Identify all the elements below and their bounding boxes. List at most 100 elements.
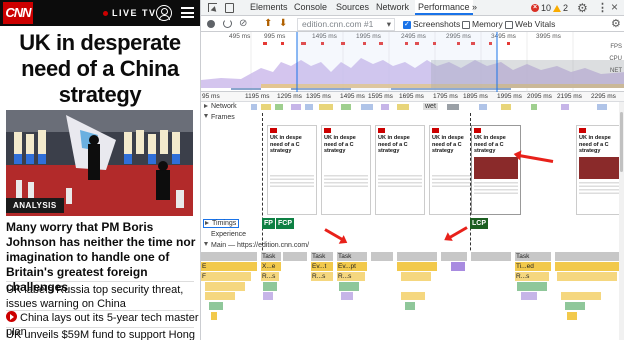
devtools-panel: Elements Console Sources Network Perform… xyxy=(200,0,624,340)
experience-track-label[interactable]: Experience xyxy=(211,231,246,238)
warning-count: 2 xyxy=(563,3,569,13)
divider xyxy=(6,327,194,328)
more-tabs-button[interactable]: » xyxy=(472,0,477,15)
hamburger-menu-icon[interactable] xyxy=(181,7,194,18)
shot-logo-icon xyxy=(474,128,481,133)
shot-headline: UK in despe need of a C strategy xyxy=(270,135,302,154)
account-icon[interactable] xyxy=(156,5,172,21)
fp-marker[interactable]: FP xyxy=(262,218,275,229)
event-block[interactable]: E xyxy=(201,262,257,271)
function-block[interactable]: F xyxy=(201,272,251,281)
shot-text-lines xyxy=(378,174,422,189)
task-block[interactable] xyxy=(555,252,624,261)
function-block[interactable] xyxy=(339,282,359,291)
function-block[interactable]: R...s xyxy=(515,272,549,281)
function-block[interactable]: R...s xyxy=(311,272,333,281)
function-block[interactable] xyxy=(557,272,617,281)
shot-headline: UK in despe need of a C strategy xyxy=(579,135,611,154)
event-block[interactable]: Ev...pt xyxy=(337,262,367,271)
task-block[interactable] xyxy=(397,252,437,261)
settings-gear-icon[interactable]: ⚙ xyxy=(577,1,588,15)
task-block[interactable] xyxy=(371,252,393,261)
event-block[interactable] xyxy=(451,262,465,271)
recording-select[interactable]: edition.cnn.com #1 xyxy=(297,18,395,31)
function-block[interactable]: R...s xyxy=(337,272,365,281)
timings-track-toggle[interactable]: Timings xyxy=(203,219,240,228)
task-block[interactable]: Task xyxy=(261,252,281,261)
annotation-arrow-lcp xyxy=(447,226,468,240)
vertical-scrollbar[interactable] xyxy=(619,102,624,340)
web-vitals-checkbox[interactable]: Web Vitals xyxy=(505,19,555,30)
ruler-tick: 1795 ms xyxy=(433,93,458,100)
screenshots-filmstrip: UK in despe need of a C strategy UK in d… xyxy=(201,113,624,216)
event-block[interactable]: X...e xyxy=(261,262,281,271)
task-block[interactable]: Task xyxy=(337,252,367,261)
timeline-overview[interactable]: 495 ms 995 ms 1495 ms 1995 ms 2495 ms 29… xyxy=(201,32,624,92)
ruler-tick: 2295 ms xyxy=(591,93,616,100)
error-count: 10 xyxy=(541,3,552,13)
page-headline[interactable]: UK in desperate need of a China strategy xyxy=(2,30,198,108)
task-block[interactable] xyxy=(441,252,467,261)
network-request-label[interactable]: wet xyxy=(423,103,438,110)
expand-triangle-icon xyxy=(205,221,209,225)
task-block[interactable]: Task xyxy=(515,252,551,261)
close-icon[interactable]: × xyxy=(611,0,618,15)
live-tv-link[interactable]: LIVE TV xyxy=(103,0,157,26)
fcp-marker[interactable]: FCP xyxy=(276,218,294,229)
video-play-icon xyxy=(6,311,17,322)
ruler-tick: 1495 ms xyxy=(340,93,365,100)
main-track-toggle[interactable]: Main — https://edition.cnn.com/ xyxy=(204,242,309,249)
screenshots-checkbox[interactable]: Screenshots xyxy=(403,19,460,30)
event-block[interactable]: Ti...ed xyxy=(515,262,551,271)
web-vitals-label: Web Vitals xyxy=(515,19,556,29)
function-block[interactable] xyxy=(517,282,547,291)
inspect-element-icon[interactable] xyxy=(208,3,217,12)
function-block[interactable]: R...s xyxy=(261,272,279,281)
frame-screenshot[interactable]: UK in despe need of a C strategy xyxy=(375,125,425,215)
shot-headline: UK in despe need of a C strategy xyxy=(378,135,410,154)
frame-screenshot[interactable]: UK in despe need of a C strategy xyxy=(321,125,371,215)
ruler-tick: 1895 ms xyxy=(463,93,488,100)
issues-counter[interactable]: × 10 2 xyxy=(531,2,568,14)
task-block[interactable] xyxy=(201,252,257,261)
record-icon[interactable] xyxy=(207,20,215,28)
tab-console[interactable]: Console xyxy=(294,0,327,15)
tab-sources[interactable]: Sources xyxy=(336,0,369,15)
scrollbar-thumb[interactable] xyxy=(620,112,623,172)
function-block[interactable] xyxy=(401,272,431,281)
error-icon: × xyxy=(531,4,539,12)
load-profile-icon[interactable]: ⬆ xyxy=(264,18,272,30)
performance-toolbar: ⊘ ⬆ ⬇ edition.cnn.com #1 Screenshots Mem… xyxy=(201,17,624,32)
function-block[interactable] xyxy=(205,282,245,291)
device-toolbar-icon[interactable] xyxy=(225,3,234,13)
story-link-3[interactable]: UK unveils $59M fund to support Hong xyxy=(6,329,200,340)
tab-network[interactable]: Network xyxy=(376,0,409,15)
shot-text-lines xyxy=(579,181,623,196)
site-logo[interactable]: CNN xyxy=(3,2,33,24)
event-block[interactable] xyxy=(397,262,437,271)
function-block[interactable] xyxy=(263,282,277,291)
save-profile-icon[interactable]: ⬇ xyxy=(279,18,287,30)
clear-icon[interactable]: ⊘ xyxy=(239,18,247,30)
tab-performance[interactable]: Performance xyxy=(415,0,473,15)
task-block[interactable] xyxy=(471,252,511,261)
memory-checkbox[interactable]: Memory xyxy=(462,19,503,30)
reload-record-icon[interactable] xyxy=(223,19,232,28)
task-block[interactable]: Task xyxy=(311,252,333,261)
tab-elements[interactable]: Elements xyxy=(250,0,288,15)
overview-graph xyxy=(201,32,624,92)
ruler-tick: 1195 ms xyxy=(245,93,270,100)
task-block[interactable] xyxy=(283,252,307,261)
kebab-menu-icon[interactable]: ⋮ xyxy=(597,1,608,15)
lcp-marker[interactable]: LCP xyxy=(470,218,488,229)
frame-screenshot-lcp[interactable]: UK in despe need of a C strategy xyxy=(471,125,521,215)
event-block[interactable] xyxy=(555,262,624,271)
frame-screenshot[interactable]: UK in despe need of a C strategy xyxy=(267,125,317,215)
checkbox-checked-icon xyxy=(403,19,411,30)
story-link-1[interactable]: UK labels Russia top security threat, is… xyxy=(6,284,200,311)
capture-settings-gear-icon[interactable]: ⚙ xyxy=(611,17,621,31)
frame-screenshot[interactable]: UK in despe need of a C strategy xyxy=(576,125,624,215)
event-block[interactable]: Ev...t xyxy=(311,262,333,271)
warning-icon xyxy=(553,4,562,12)
shot-text-lines xyxy=(270,174,314,189)
